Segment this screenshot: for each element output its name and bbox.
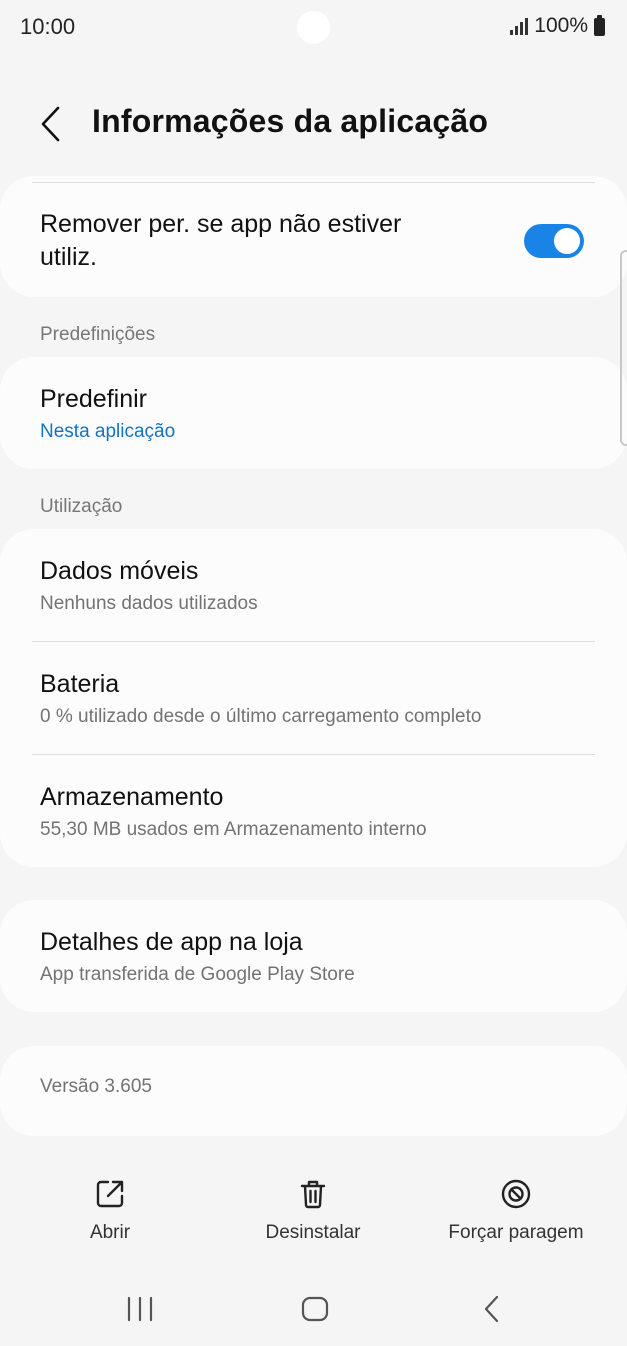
battery-percent: 100% bbox=[534, 14, 588, 37]
signal-icon bbox=[510, 17, 529, 35]
recents-button[interactable] bbox=[110, 1280, 170, 1336]
status-time: 10:00 bbox=[20, 14, 76, 39]
usage-item-mobile-data[interactable]: Dados móveis Nenhuns dados utilizados bbox=[40, 555, 587, 615]
camera-cutout bbox=[297, 11, 330, 44]
nav-back-button[interactable] bbox=[460, 1280, 520, 1336]
usage-item-storage[interactable]: Armazenamento 55,30 MB usados em Armazen… bbox=[40, 781, 587, 841]
usage-item-title: Bateria bbox=[40, 670, 120, 698]
usage-item-subtitle: 55,30 MB usados em Armazenamento interno bbox=[40, 819, 427, 840]
version-text: Versão 3.605 bbox=[40, 1076, 152, 1097]
toggle-knob bbox=[552, 226, 582, 256]
trash-icon bbox=[300, 1180, 326, 1209]
version-card: Versão 3.605 bbox=[0, 1046, 627, 1136]
usage-divider bbox=[32, 754, 595, 755]
top-divider bbox=[32, 182, 595, 183]
store-details-row[interactable]: Detalhes de app na loja App transferida … bbox=[40, 926, 587, 986]
usage-item-subtitle: Nenhuns dados utilizados bbox=[40, 593, 258, 614]
page-title: Informações da aplicação bbox=[92, 103, 489, 139]
store-subtitle: App transferida de Google Play Store bbox=[40, 964, 355, 985]
back-button[interactable] bbox=[30, 102, 74, 146]
open-label: Abrir bbox=[89, 1222, 131, 1243]
app-bar: Informações da aplicação bbox=[0, 90, 627, 160]
status-indicators: 100% bbox=[510, 14, 605, 38]
usage-item-title: Dados móveis bbox=[40, 557, 199, 585]
usage-divider bbox=[32, 641, 595, 642]
defaults-subtitle: Nesta aplicação bbox=[40, 421, 176, 442]
usage-item-title: Armazenamento bbox=[40, 783, 224, 811]
store-card: Detalhes de app na loja App transferida … bbox=[0, 900, 627, 1012]
usage-card: Dados móveis Nenhuns dados utilizados Ba… bbox=[0, 529, 627, 867]
status-bar: 10:00 100% bbox=[0, 0, 627, 56]
uninstall-button[interactable]: Desinstalar bbox=[243, 1178, 383, 1244]
usage-item-subtitle: 0 % utilizado desde o último carregament… bbox=[40, 706, 482, 727]
store-title: Detalhes de app na loja bbox=[40, 928, 303, 956]
defaults-row[interactable]: Predefinir Nesta aplicação bbox=[40, 383, 587, 443]
force-stop-label: Forçar paragem bbox=[448, 1222, 584, 1243]
remove-permissions-row[interactable]: Remover per. se app não estiver utiliz. bbox=[40, 208, 517, 274]
remove-permissions-card: Remover per. se app não estiver utiliz. bbox=[0, 176, 627, 297]
navigation-bar bbox=[0, 1280, 627, 1346]
force-stop-icon bbox=[501, 1179, 531, 1209]
remove-permissions-toggle[interactable] bbox=[524, 224, 584, 258]
remove-permissions-label-2: utiliz. bbox=[40, 243, 97, 271]
force-stop-button[interactable]: Forçar paragem bbox=[436, 1178, 596, 1244]
chevron-left-icon bbox=[41, 106, 60, 142]
recents-icon bbox=[127, 1296, 153, 1322]
home-button[interactable] bbox=[285, 1280, 345, 1336]
section-label-usage: Utilização bbox=[40, 496, 123, 517]
uninstall-label: Desinstalar bbox=[265, 1222, 361, 1243]
home-icon bbox=[301, 1296, 329, 1322]
defaults-card: Predefinir Nesta aplicação bbox=[0, 357, 627, 469]
remove-permissions-label-1: Remover per. se app não estiver bbox=[40, 210, 402, 238]
defaults-title: Predefinir bbox=[40, 385, 147, 413]
scroll-indicator[interactable] bbox=[620, 250, 627, 446]
open-button[interactable]: Abrir bbox=[60, 1178, 160, 1244]
open-external-icon bbox=[96, 1180, 124, 1208]
section-label-defaults: Predefinições bbox=[40, 324, 156, 345]
usage-item-battery[interactable]: Bateria 0 % utilizado desde o último car… bbox=[40, 668, 587, 728]
back-icon bbox=[484, 1295, 499, 1323]
battery-icon bbox=[594, 15, 605, 36]
